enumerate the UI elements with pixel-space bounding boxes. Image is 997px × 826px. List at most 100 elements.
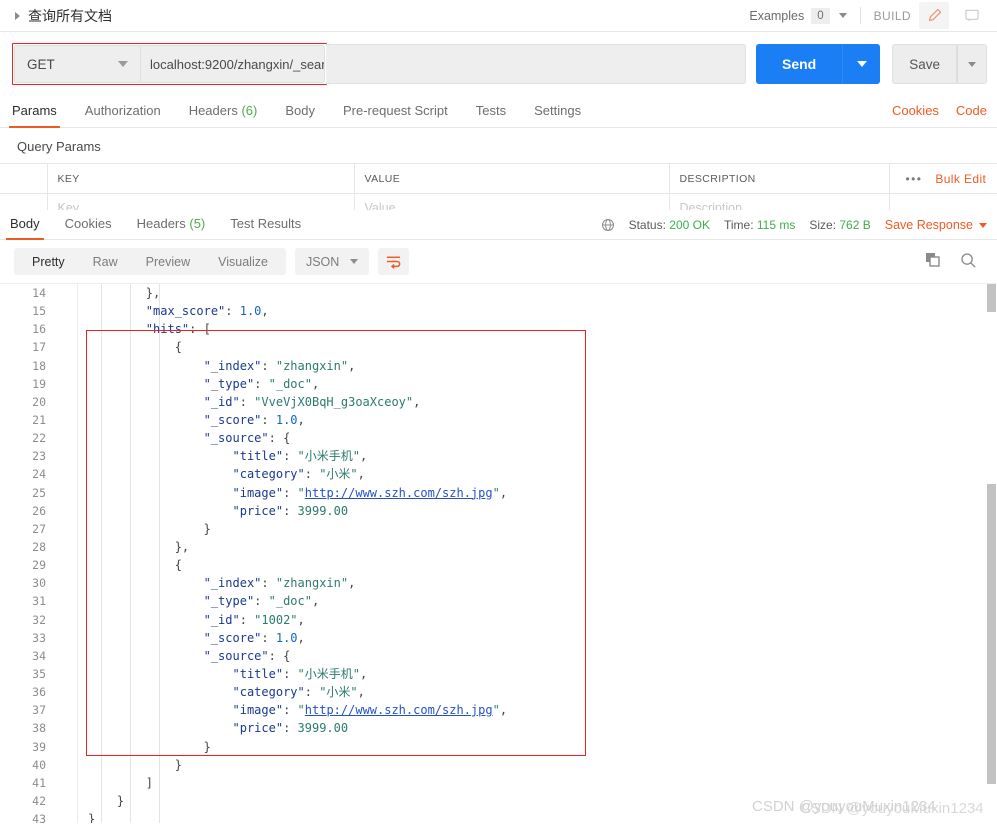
- code-line: 21 "_score": 1.0,: [0, 410, 997, 430]
- build-button[interactable]: BUILD: [874, 9, 911, 23]
- code-link[interactable]: Code: [956, 103, 987, 118]
- fold-gutter[interactable]: [56, 537, 78, 557]
- fold-gutter[interactable]: [56, 556, 78, 575]
- send-button[interactable]: Send: [755, 44, 843, 84]
- http-method-select[interactable]: GET: [14, 45, 140, 83]
- fold-gutter[interactable]: [56, 791, 78, 811]
- save-button[interactable]: Save: [892, 44, 957, 84]
- response-tab-headers[interactable]: Headers (5): [137, 216, 206, 239]
- examples-count-badge: 0: [811, 7, 830, 24]
- tab-headers[interactable]: Headers (6): [189, 103, 258, 127]
- response-body-viewer[interactable]: 14 }, 15 "max_score": 1.0, 16 "hits": [17 …: [0, 283, 997, 823]
- fold-gutter[interactable]: [56, 429, 78, 448]
- line-number: 26: [32, 503, 46, 518]
- view-mode-visualize[interactable]: Visualize: [204, 255, 282, 269]
- code-line: 25 "image": "http://www.szh.com/szh.jpg"…: [0, 483, 997, 502]
- response-scrollbar-thumb[interactable]: [987, 284, 996, 312]
- json-code-block[interactable]: 14 }, 15 "max_score": 1.0, 16 "hits": [17 …: [0, 284, 997, 823]
- fold-gutter[interactable]: [56, 610, 78, 629]
- response-scrollbar-thumb-secondary[interactable]: [987, 484, 996, 784]
- code-line: 15 "max_score": 1.0,: [0, 302, 997, 321]
- save-response-button[interactable]: Save Response: [885, 218, 987, 232]
- row-key-input[interactable]: Key: [47, 193, 355, 210]
- json-token: :: [283, 449, 298, 464]
- tab-tests[interactable]: Tests: [476, 103, 506, 127]
- fold-gutter[interactable]: [56, 701, 78, 720]
- view-mode-raw[interactable]: Raw: [79, 255, 132, 269]
- examples-chevron-down-icon[interactable]: [838, 13, 847, 18]
- fold-gutter[interactable]: [56, 719, 78, 738]
- json-token: :: [283, 503, 298, 518]
- tab-body[interactable]: Body: [285, 103, 315, 127]
- view-mode-preview[interactable]: Preview: [132, 255, 204, 269]
- bulk-edit-button[interactable]: Bulk Edit: [935, 172, 986, 186]
- response-tab-test-results[interactable]: Test Results: [230, 216, 301, 239]
- json-token: ,: [311, 594, 320, 609]
- response-format-select[interactable]: JSON: [294, 248, 370, 275]
- line-number: 34: [32, 648, 46, 663]
- expand-triangle-icon[interactable]: [15, 11, 20, 20]
- json-link[interactable]: http://www.szh.com/szh.jpg: [305, 486, 493, 500]
- fold-gutter[interactable]: [56, 447, 78, 466]
- code-line: 19 "_type": "_doc",: [0, 374, 997, 393]
- json-token: "1002": [254, 612, 298, 627]
- fold-gutter[interactable]: [56, 519, 78, 538]
- response-scrollbar[interactable]: [984, 284, 997, 823]
- fold-gutter[interactable]: [56, 338, 78, 357]
- fold-gutter[interactable]: [56, 592, 78, 611]
- fold-gutter[interactable]: [56, 773, 78, 792]
- json-token: :: [283, 485, 298, 500]
- pencil-icon[interactable]: [919, 2, 949, 29]
- fold-gutter[interactable]: [56, 284, 78, 303]
- row-checkbox-cell[interactable]: [0, 193, 48, 210]
- fold-gutter[interactable]: [56, 664, 78, 684]
- json-token: },: [145, 286, 161, 300]
- word-wrap-icon[interactable]: [378, 248, 410, 275]
- fold-gutter[interactable]: [56, 465, 78, 484]
- code-text: "_score": 1.0,: [78, 411, 997, 429]
- fold-gutter[interactable]: [56, 737, 78, 756]
- code-text: "price": 3999.00: [78, 719, 997, 737]
- fold-gutter[interactable]: [56, 683, 78, 702]
- copy-icon[interactable]: [925, 252, 941, 271]
- ellipsis-icon[interactable]: •••: [906, 172, 923, 186]
- fold-gutter[interactable]: [56, 574, 78, 593]
- json-link[interactable]: http://www.szh.com/szh.jpg: [305, 703, 493, 717]
- fold-gutter[interactable]: [56, 302, 78, 321]
- comment-icon[interactable]: [957, 2, 987, 29]
- tab-pre-request-script[interactable]: Pre-request Script: [343, 103, 448, 127]
- json-token: :: [261, 630, 276, 645]
- request-title-group[interactable]: 查询所有文档: [12, 6, 112, 26]
- request-url-input[interactable]: localhost:9200/zhangxin/_search: [140, 45, 325, 83]
- send-options-chevron-icon[interactable]: [842, 44, 881, 84]
- fold-gutter[interactable]: [56, 501, 78, 520]
- cookies-link[interactable]: Cookies: [892, 103, 939, 118]
- response-tab-body[interactable]: Body: [6, 216, 44, 240]
- url-input-extension[interactable]: [326, 44, 746, 84]
- fold-gutter[interactable]: [56, 483, 78, 502]
- fold-gutter[interactable]: [56, 320, 78, 339]
- json-token: ,: [499, 703, 508, 718]
- fold-gutter[interactable]: [56, 810, 78, 823]
- row-value-input[interactable]: Value: [354, 193, 670, 210]
- fold-gutter[interactable]: [56, 755, 78, 774]
- tab-params[interactable]: Params: [9, 103, 60, 128]
- response-tab-cookies[interactable]: Cookies: [65, 216, 112, 239]
- fold-gutter[interactable]: [56, 374, 78, 393]
- fold-gutter[interactable]: [56, 392, 78, 411]
- code-line: 22 "_source": {: [0, 429, 997, 448]
- fold-gutter[interactable]: [56, 356, 78, 375]
- code-text: "image": "http://www.szh.com/szh.jpg",: [78, 484, 997, 502]
- row-description-input[interactable]: Description: [669, 193, 890, 210]
- fold-gutter[interactable]: [56, 410, 78, 430]
- tab-headers-label: Headers: [188, 103, 238, 118]
- table-row[interactable]: Key Value Description: [0, 193, 997, 210]
- search-icon[interactable]: [960, 252, 977, 272]
- fold-gutter[interactable]: [56, 646, 78, 665]
- line-number: 17: [32, 340, 46, 355]
- view-mode-pretty[interactable]: Pretty: [18, 255, 79, 269]
- fold-gutter[interactable]: [56, 628, 78, 647]
- tab-settings[interactable]: Settings: [534, 103, 581, 127]
- save-options-chevron-icon[interactable]: [957, 44, 987, 84]
- tab-authorization[interactable]: Authorization: [85, 103, 161, 127]
